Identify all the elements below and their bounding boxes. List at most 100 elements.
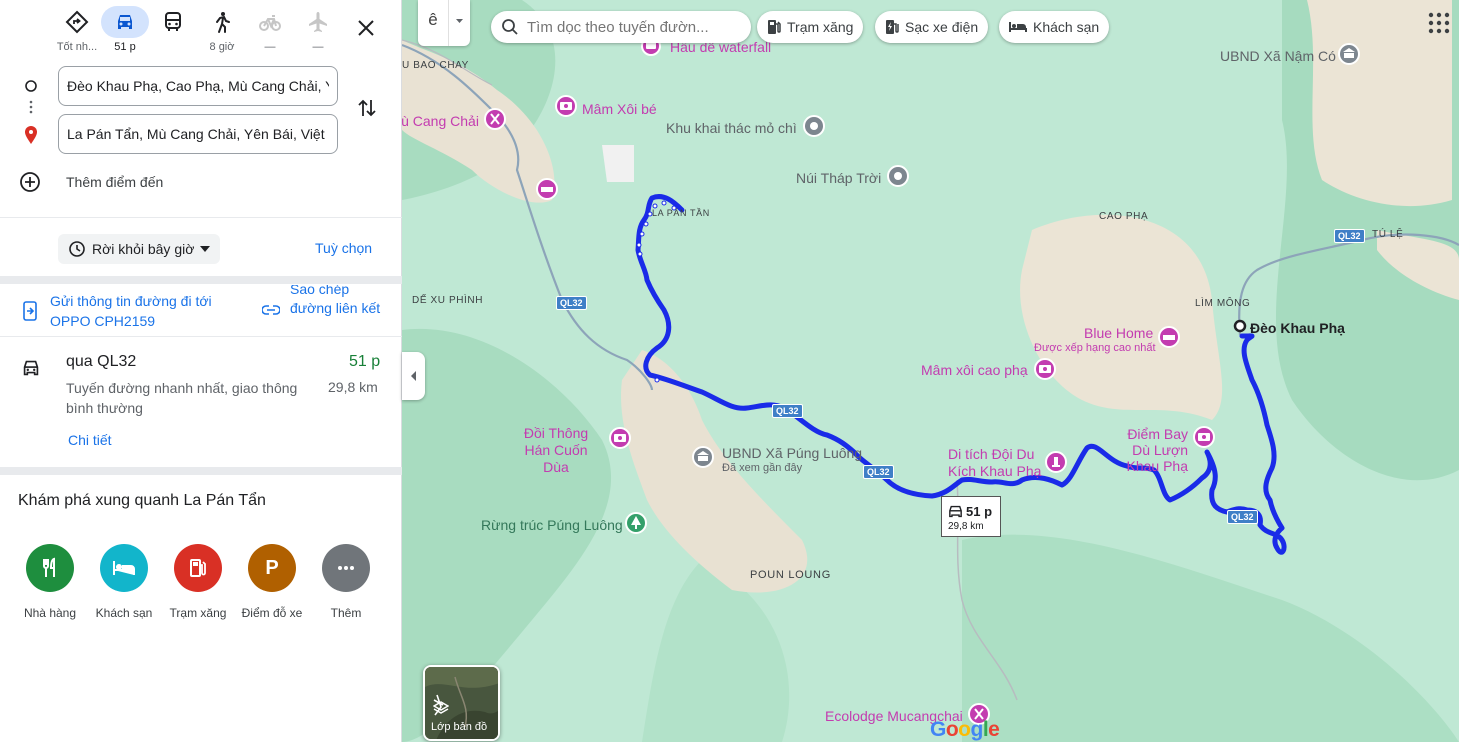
mode-walk[interactable]: 8 giờ (197, 4, 247, 58)
map-layers-button[interactable]: Lớp bản đồ (423, 665, 500, 741)
swap-route-button[interactable] (355, 96, 379, 120)
mode-best[interactable]: Tốt nh... (52, 4, 102, 58)
photo-pin-icon[interactable] (1034, 358, 1056, 382)
bus-icon (149, 6, 197, 38)
link-icon (262, 305, 280, 315)
category-gas[interactable]: Trạm xăng (160, 544, 236, 620)
chip-ev-charger[interactable]: Sạc xe điện (875, 11, 989, 43)
category-label: Khách sạn (95, 606, 153, 620)
restaurant-icon (26, 544, 74, 592)
route-details-link[interactable]: Chi tiết (68, 432, 112, 448)
collapse-panel-button[interactable] (402, 352, 425, 400)
poi-label[interactable]: Điểm Bay Dù Lượn Khau Phạ (1108, 426, 1189, 474)
category-parking[interactable]: P Điểm đỗ xe (234, 544, 310, 620)
mode-car-label: 51 p (114, 41, 136, 53)
government-pin-icon[interactable] (692, 446, 714, 470)
directions-icon (53, 6, 101, 38)
callout-duration: 51 p (966, 504, 993, 519)
poi-label[interactable]: UBND Xã Púng Luông (722, 445, 862, 461)
origin-label[interactable]: Đèo Khau Phạ (1250, 320, 1345, 336)
car-icon (23, 360, 39, 376)
close-directions-button[interactable] (350, 12, 382, 44)
origin-input[interactable] (58, 66, 338, 106)
poi-label[interactable]: lù Cang Chải (402, 113, 479, 129)
depart-label: Rời khỏi bây giờ (92, 241, 195, 257)
food-pin-icon[interactable] (484, 108, 506, 132)
car-icon (101, 6, 149, 38)
mode-transit[interactable] (148, 4, 198, 58)
area-label: POUN LOUNG (750, 569, 831, 581)
depart-time-dropdown[interactable]: Rời khỏi bây giờ (58, 234, 221, 264)
poi-label[interactable]: Đồi Thông Hán Cuốn Dùa (510, 425, 602, 476)
send-to-phone-button[interactable]: Gửi thông tin đường đi tới OPPO CPH2159 (22, 291, 240, 331)
road-shield: QL32 (1227, 510, 1258, 524)
category-label: Điểm đỗ xe (241, 606, 303, 620)
category-label: Thêm (330, 606, 362, 620)
route-option-card[interactable]: qua QL32 51 p Tuyến đường nhanh nhất, gi… (0, 345, 402, 463)
caret-down-icon (456, 19, 463, 23)
poi-label[interactable]: Rừng trúc Púng Luông (481, 517, 623, 533)
mode-best-label: Tốt nh... (56, 41, 98, 53)
destination-input[interactable] (58, 114, 338, 154)
search-along-route[interactable] (491, 11, 751, 43)
share-row: Gửi thông tin đường đi tới OPPO CPH2159 … (0, 285, 402, 335)
mode-car[interactable]: 51 p (100, 4, 150, 58)
chip-label: Sạc xe điện (905, 19, 979, 35)
add-destination-button[interactable]: Thêm điểm đến (18, 168, 163, 196)
input-tool-dropdown[interactable] (449, 0, 470, 46)
route-dots-icon (25, 80, 37, 144)
government-pin-icon[interactable] (1338, 43, 1360, 67)
poi-sublabel: Đã xem gần đây (722, 462, 803, 474)
search-input[interactable] (527, 18, 737, 36)
route-duration-callout[interactable]: 51 p 29,8 km (941, 496, 1001, 537)
landmark-pin-icon[interactable] (803, 115, 825, 139)
google-logo: Google (930, 718, 1000, 741)
caret-down-icon (200, 246, 211, 252)
area-label: U BAO CHAY (402, 60, 469, 71)
mode-flight[interactable]: — (293, 4, 343, 58)
route-options-button[interactable]: Tuỳ chọn (315, 240, 372, 256)
area-label: DẾ XU PHÌNH (412, 295, 484, 306)
landmark-pin-icon[interactable] (887, 165, 909, 189)
gas-station-icon (174, 544, 222, 592)
search-icon (502, 19, 518, 35)
poi-label[interactable]: Khu khai thác mỏ chì (666, 120, 797, 136)
road-shield: QL32 (556, 296, 587, 310)
map-canvas[interactable]: QL32 QL32 QL32 QL32 QL32 Hầu dê waterfal… (402, 0, 1459, 742)
car-icon (949, 505, 962, 518)
hotel-icon (100, 544, 148, 592)
mode-walk-label: 8 giờ (209, 41, 235, 53)
chip-gas-station[interactable]: Trạm xăng (757, 11, 864, 43)
photo-pin-icon[interactable] (555, 95, 577, 119)
route-distance: 29,8 km (328, 379, 378, 395)
category-hotel[interactable]: Khách sạn (86, 544, 162, 620)
category-label: Trạm xăng (169, 606, 227, 620)
photo-pin-icon[interactable] (1193, 426, 1215, 450)
input-tool-button[interactable]: ê (418, 10, 448, 30)
poi-label[interactable]: Mâm xôi cao phạ (921, 362, 1028, 378)
chevron-left-icon (410, 371, 416, 381)
poi-label[interactable]: Mâm Xôi bé (582, 101, 657, 117)
chip-label: Trạm xăng (787, 19, 854, 35)
area-label: LA PÁN TẦN (652, 208, 710, 218)
poi-label[interactable]: Núi Tháp Trời (796, 170, 881, 186)
category-restaurant[interactable]: Nhà hàng (12, 544, 88, 620)
poi-label[interactable]: Di tích Đội Du Kích Khau Phạ (948, 446, 1044, 480)
hotel-pin-icon[interactable] (536, 178, 558, 202)
monument-pin-icon[interactable] (1045, 451, 1067, 475)
travel-mode-bar: Tốt nh... 51 p 8 giờ — — (0, 4, 402, 60)
close-icon (358, 20, 374, 36)
google-apps-icon[interactable] (1428, 12, 1450, 34)
photo-pin-icon[interactable] (609, 427, 631, 451)
park-pin-icon[interactable] (625, 512, 647, 538)
poi-label[interactable]: UBND Xã Nậm Có (1220, 48, 1336, 64)
mode-bike[interactable]: — (245, 4, 295, 58)
add-circle-icon (20, 172, 40, 192)
divider (0, 276, 402, 284)
category-more[interactable]: Thêm (308, 544, 384, 620)
chip-hotel[interactable]: Khách sạn (999, 11, 1110, 43)
hotel-pin-icon[interactable] (1158, 326, 1180, 350)
poi-label[interactable]: Blue Home (1084, 325, 1153, 341)
copy-link-button[interactable]: Sao chép đường liên kết (262, 285, 390, 333)
callout-distance: 29,8 km (948, 521, 984, 532)
